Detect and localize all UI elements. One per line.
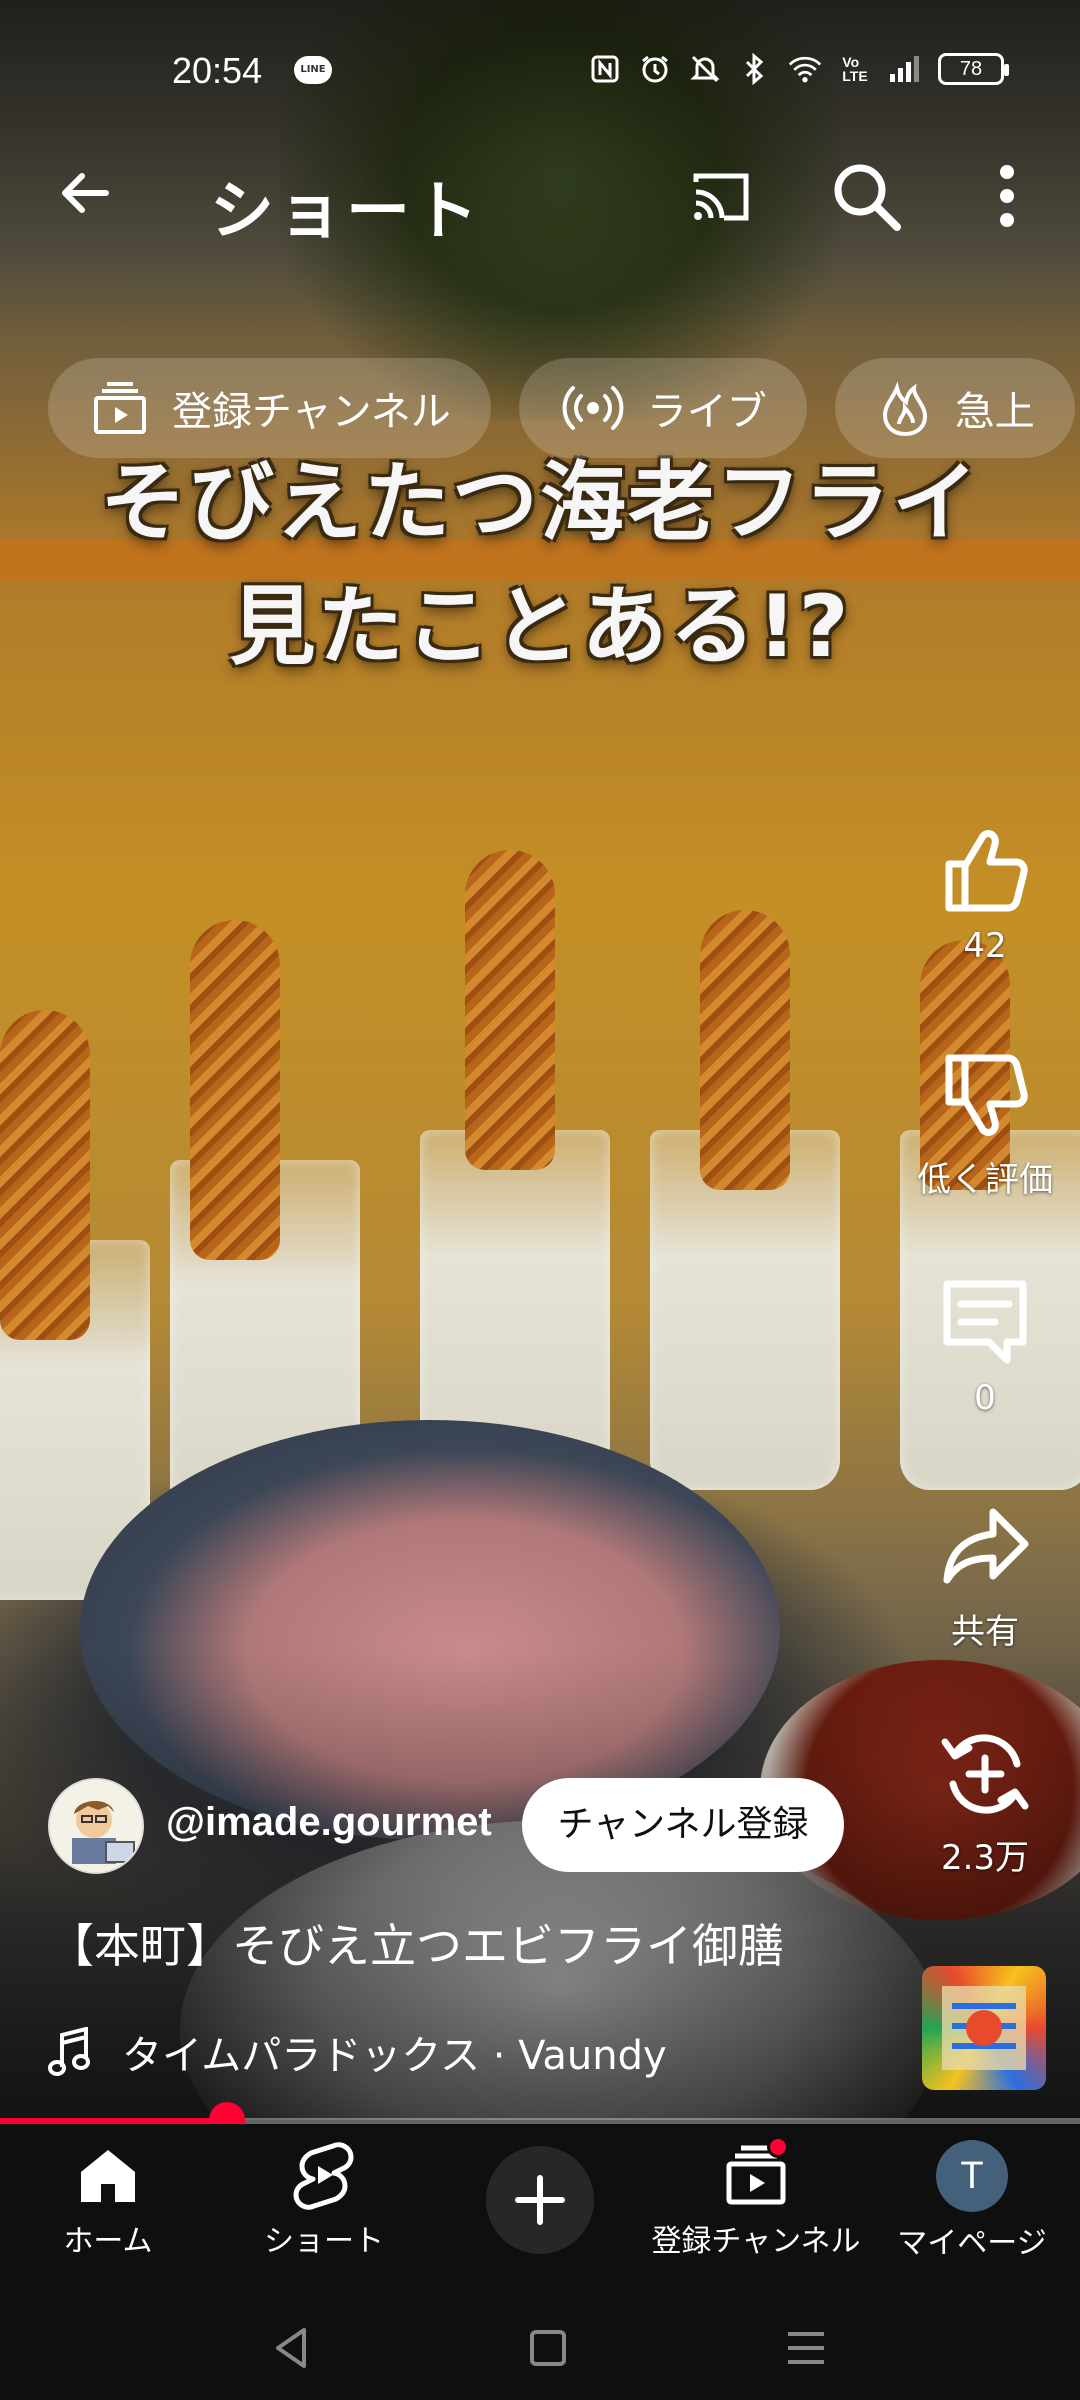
dislike-button[interactable]: 低く評価 [900,1046,1070,1201]
subscribe-button[interactable]: チャンネル登録 [522,1778,844,1872]
channel-avatar[interactable] [48,1778,144,1874]
remix-count: 2.3万 [940,1838,1030,1878]
nav-label: ホーム [63,2224,153,2259]
music-album-thumbnail[interactable] [922,1966,1046,2090]
remix-icon [941,1734,1029,1814]
thumb-down-icon [945,1054,1028,1136]
nav-subscriptions[interactable]: 登録チャンネル [648,2136,864,2260]
album-art [942,1986,1026,2070]
system-recents-button[interactable] [776,2318,836,2378]
music-link[interactable]: タイムパラドックス · Vaundy [48,2022,667,2082]
music-text: タイムパラドックス · Vaundy [122,2033,667,2079]
plus-icon [515,2175,565,2225]
nav-label: マイページ [897,2226,1047,2261]
arrow-left-icon [62,173,109,213]
remix-button[interactable]: 2.3万 [900,1724,1070,1879]
video-shrimp [0,1010,90,1340]
nav-home[interactable]: ホーム [0,2140,216,2260]
nfc-icon [588,52,622,86]
search-icon [834,164,901,231]
share-button[interactable]: 共有 [900,1498,1070,1653]
filter-chips: 登録チャンネル ライブ 急上 [48,358,1075,458]
battery-icon: 78 [938,53,1009,85]
home-icon [81,2150,135,2202]
live-icon [562,386,624,430]
chip-label: ライブ [646,389,767,435]
top-app-bar: ショート [0,140,1080,250]
more-options-button[interactable] [982,158,1032,234]
back-button[interactable] [50,158,120,228]
system-back-button[interactable] [262,2318,322,2378]
video-caption-line2: 見たことある!? [229,577,851,677]
share-label: 共有 [951,1612,1019,1652]
cast-icon [693,173,749,221]
menu-recents-icon [788,2332,824,2364]
cast-button[interactable] [686,162,756,232]
avatar-icon: T [936,2140,1008,2212]
page-title: ショート [210,175,482,249]
video-title[interactable]: 【本町】そびえ立つエビフライ御膳 [48,1910,784,1976]
signal-icon [888,52,922,86]
volte-icon: Vo LTE [842,54,868,84]
bottom-navigation: ホーム ショート 登録チャンネル T マイページ [0,2124,1080,2290]
video-shrimp [465,850,555,1170]
square-home-icon [530,2330,566,2366]
alarm-icon [638,52,672,86]
channel-handle[interactable]: @imade.gourmet [166,1800,492,1845]
chip-subscriptions[interactable]: 登録チャンネル [48,358,491,458]
nav-label: 登録チャンネル [651,2224,861,2259]
line-notification-icon: LINE [294,56,332,84]
like-button[interactable]: 42 [900,820,1070,966]
like-count: 42 [963,926,1007,966]
chip-live[interactable]: ライブ [518,358,807,458]
trending-icon [882,381,927,437]
wifi-icon [788,52,822,86]
more-vert-icon [1000,165,1014,227]
avatar-illustration [50,1780,142,1872]
status-icons: Vo LTE 78 [588,52,1009,86]
bluetooth-icon [738,52,772,86]
dislike-label: 低く評価 [917,1160,1053,1200]
notification-dot [767,2136,789,2158]
chip-trending[interactable]: 急上 [834,358,1075,458]
system-home-button[interactable] [518,2318,578,2378]
comments-button[interactable]: 0 [900,1272,1070,1418]
status-bar: 20:54 LINE Vo LTE 78 [0,0,1080,140]
chip-label: 登録チャンネル [172,389,451,435]
shorts-icon [293,2142,354,2210]
search-button[interactable] [828,158,904,234]
comment-icon [943,1280,1027,1364]
system-navigation-bar [0,2290,1080,2400]
thumb-up-icon [945,830,1028,912]
create-button[interactable] [486,2146,594,2254]
share-icon [943,1508,1029,1584]
nav-shorts[interactable]: ショート [216,2140,432,2260]
subscriptions-icon [94,382,146,434]
nav-label: ショート [264,2224,384,2259]
comment-count: 0 [974,1378,996,1418]
status-time: 20:54 [172,50,263,91]
nav-my-page[interactable]: T マイページ [864,2140,1080,2262]
video-shrimp [190,920,280,1260]
music-note-icon [48,2027,90,2076]
video-shrimp [700,910,790,1190]
mute-icon [688,52,722,86]
chip-label: 急上 [954,389,1035,435]
triangle-back-icon [276,2328,306,2368]
